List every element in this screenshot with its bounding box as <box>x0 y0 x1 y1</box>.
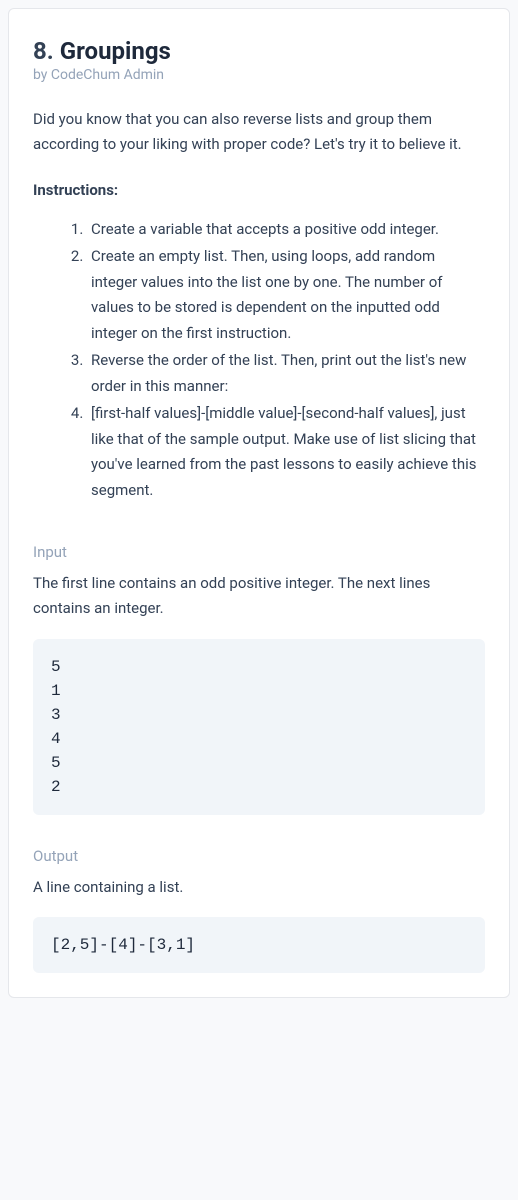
title-text: Groupings <box>60 37 171 65</box>
title-row: 8. Groupings <box>33 37 485 65</box>
intro-text: Did you know that you can also reverse l… <box>33 107 485 157</box>
instruction-item: Create an empty list. Then, using loops,… <box>87 244 485 346</box>
output-code-block: [2,5]-[4]-[3,1] <box>33 917 485 973</box>
output-desc: A line containing a list. <box>33 875 485 900</box>
title-number: 8. <box>33 37 54 65</box>
input-label: Input <box>33 543 485 561</box>
output-label: Output <box>33 847 485 865</box>
input-desc: The first line contains an odd positive … <box>33 571 485 621</box>
byline: by CodeChum Admin <box>33 67 485 83</box>
instructions-label: Instructions: <box>33 181 485 199</box>
instruction-item: [first-half values]-[middle value]-[seco… <box>87 401 485 503</box>
instruction-item: Reverse the order of the list. Then, pri… <box>87 348 485 399</box>
input-code-block: 5 1 3 4 5 2 <box>33 639 485 815</box>
instruction-item: Create a variable that accepts a positiv… <box>87 217 485 243</box>
problem-card: 8. Groupings by CodeChum Admin Did you k… <box>8 8 510 998</box>
instructions-list: Create a variable that accepts a positiv… <box>33 217 485 504</box>
